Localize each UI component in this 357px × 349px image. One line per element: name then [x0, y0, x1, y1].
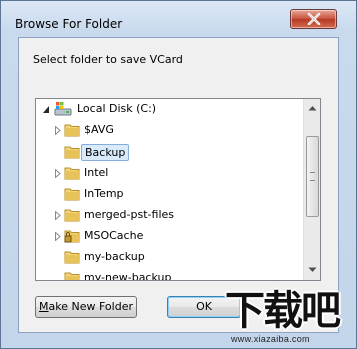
tree-item-label: $AVG	[84, 123, 114, 136]
folder-icon	[64, 209, 80, 222]
collapsed-arrow-icon[interactable]	[54, 169, 62, 178]
tree-item-msocache[interactable]: MSOCache	[36, 226, 304, 247]
folder-tree[interactable]: Local Disk (C:) $AVG Backup Intel InTemp…	[35, 98, 321, 281]
close-icon	[307, 13, 321, 25]
button-label: ake New Folder	[48, 300, 133, 313]
title-bar[interactable]: Browse For Folder	[1, 1, 356, 35]
folder-icon	[64, 251, 80, 264]
tree-item-local-disk[interactable]: Local Disk (C:)	[36, 99, 304, 120]
collapsed-arrow-icon[interactable]	[54, 232, 62, 241]
tree-item-label: Backup	[81, 144, 130, 161]
scroll-up-icon[interactable]	[308, 105, 317, 111]
vertical-scrollbar[interactable]	[303, 99, 320, 280]
watermark-logo: 下载吧 www.xiazaiba.com	[221, 288, 357, 349]
drive-icon	[54, 102, 72, 116]
tree-item-label: my-new-backup	[84, 271, 172, 281]
tree-item-avg[interactable]: $AVG	[36, 120, 304, 141]
tree-item-intel[interactable]: Intel	[36, 163, 304, 184]
watermark-url: www.xiazaiba.com	[231, 334, 310, 344]
folder-icon	[64, 167, 80, 180]
window-title: Browse For Folder	[15, 17, 123, 31]
tree-item-my-new-backup[interactable]: my-new-backup	[36, 268, 304, 281]
expanded-arrow-icon[interactable]	[42, 105, 50, 114]
tree-item-label: my-backup	[84, 250, 145, 263]
tree-item-intemp[interactable]: InTemp	[36, 184, 304, 205]
watermark-text: 下载吧	[225, 287, 341, 334]
tree-item-merged-pst-files[interactable]: merged-pst-files	[36, 205, 304, 226]
tree-item-label: Local Disk (C:)	[77, 102, 157, 115]
tree-item-backup[interactable]: Backup	[36, 142, 304, 163]
scrollbar-thumb[interactable]	[306, 136, 319, 217]
dialog-prompt: Select folder to save VCard	[33, 53, 183, 66]
collapsed-arrow-icon[interactable]	[54, 211, 62, 220]
tree-item-label: MSOCache	[84, 229, 144, 242]
collapsed-arrow-icon[interactable]	[54, 126, 62, 135]
browse-for-folder-dialog: Browse For Folder Select folder to save …	[0, 0, 357, 349]
tree-item-my-backup[interactable]: my-backup	[36, 247, 304, 268]
mnemonic-letter: M	[39, 300, 49, 313]
folder-icon	[64, 124, 80, 137]
make-new-folder-button[interactable]: Make New Folder	[35, 296, 137, 318]
tree-item-label: InTemp	[84, 187, 124, 200]
tree-item-label: Intel	[84, 166, 109, 179]
folder-icon	[64, 188, 80, 201]
folder-icon	[64, 272, 80, 280]
folder-icon	[64, 146, 80, 159]
close-button[interactable]	[290, 9, 337, 29]
tree-item-label: merged-pst-files	[84, 208, 174, 221]
scroll-down-icon[interactable]	[308, 267, 317, 273]
locked-folder-icon	[64, 230, 80, 243]
